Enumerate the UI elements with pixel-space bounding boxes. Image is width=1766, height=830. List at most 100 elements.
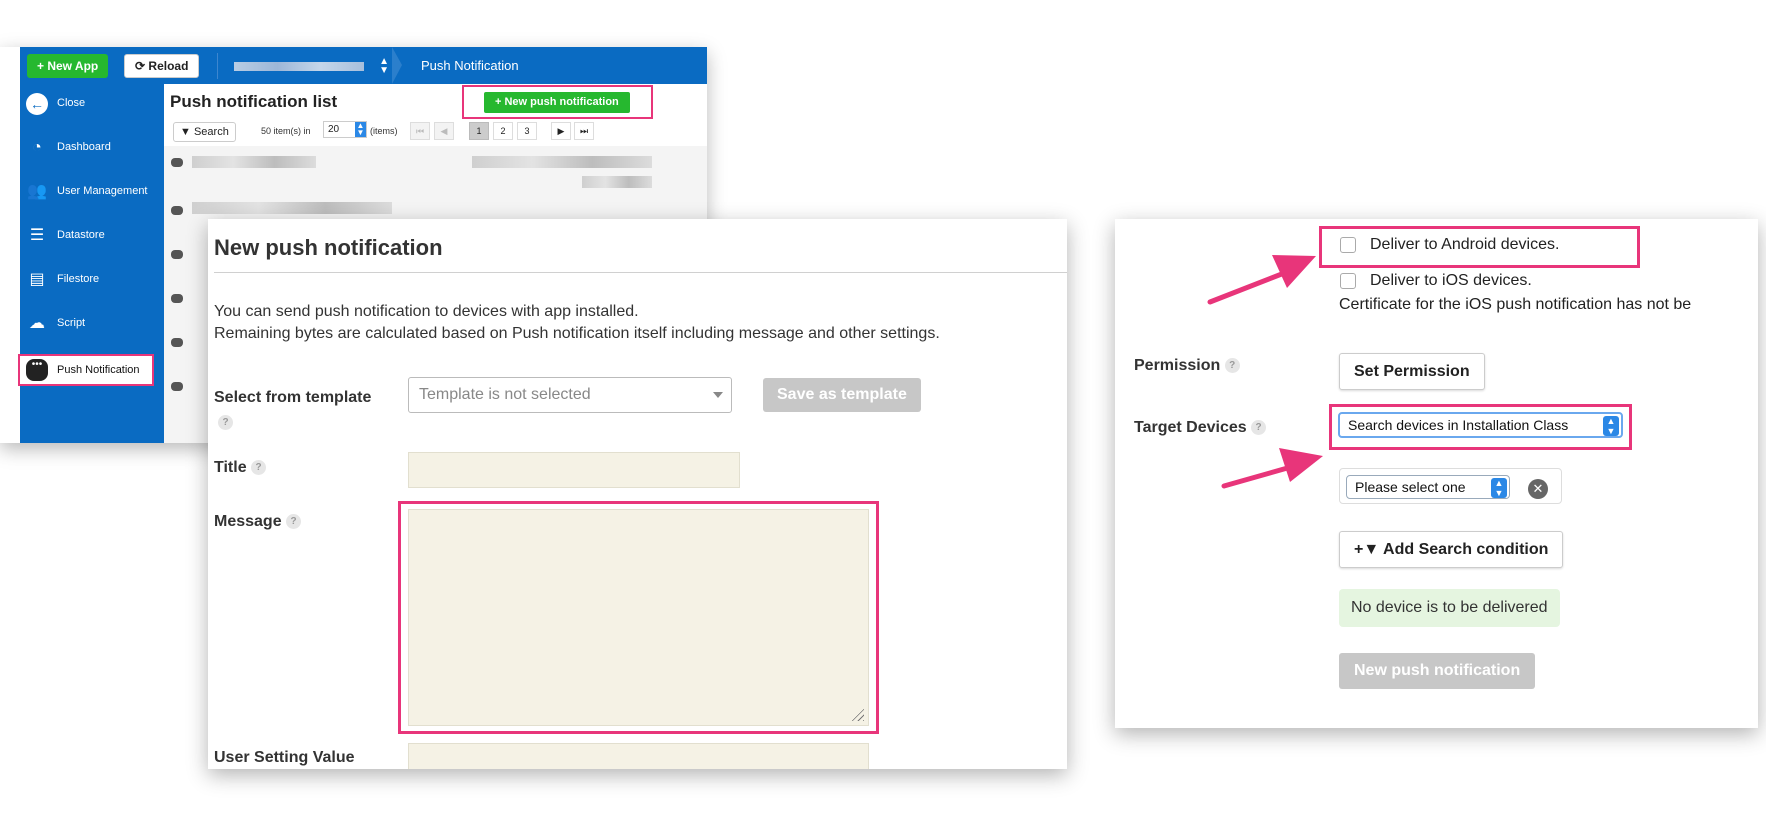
stepper-icon: ▲ ▼ <box>1603 416 1619 436</box>
new-push-notification-submit-button[interactable]: New push notification <box>1339 653 1536 689</box>
list-item-meta <box>582 176 652 188</box>
android-checkbox[interactable] <box>1340 237 1356 253</box>
template-select[interactable]: Template is not selected <box>408 377 732 413</box>
help-icon[interactable]: ? <box>286 514 302 530</box>
sidebar: ← Close ◔ Dashboard 👥 User Management ☰ … <box>18 84 164 443</box>
android-label: Deliver to Android devices. <box>1370 236 1560 253</box>
items-per-page-value: 20 <box>328 124 340 135</box>
stepper-icon: ▲ ▼ <box>355 121 366 137</box>
stepper-icon: ▲ ▼ <box>379 56 389 76</box>
back-arrow-icon: ← <box>26 93 48 115</box>
remove-condition-icon[interactable]: ✕ <box>1528 479 1548 499</box>
user-setting-input[interactable] <box>408 743 869 769</box>
new-app-button[interactable]: + New App <box>27 54 109 78</box>
sidebar-item-script[interactable]: ☁ Script <box>20 304 164 344</box>
filestore-icon: ▤ <box>29 271 45 288</box>
set-permission-button[interactable]: Set Permission <box>1339 353 1485 390</box>
last-page-button[interactable]: ⏭ <box>574 122 594 140</box>
reload-button[interactable]: ⟳ Reload <box>124 54 200 78</box>
list-item[interactable] <box>192 202 392 214</box>
label-text: Message <box>214 513 282 530</box>
page-title: Push notification list <box>170 92 338 111</box>
dashboard-icon: ◔ <box>32 139 42 156</box>
message-textarea[interactable] <box>408 509 869 726</box>
highlight-box: + New push notification <box>462 85 653 119</box>
page-button[interactable]: 2 <box>493 122 513 140</box>
label-text: Permission <box>1134 357 1221 374</box>
sidebar-item-label: Script <box>57 317 86 329</box>
next-page-button[interactable]: ▶ <box>551 122 571 140</box>
help-icon[interactable]: ? <box>1251 420 1267 436</box>
search-button[interactable]: ▼ Search <box>173 122 236 142</box>
items-count: 50 item(s) in <box>261 126 311 136</box>
new-push-notification-button[interactable]: + New push notification <box>484 92 630 113</box>
delivery-panel: Deliver to Android devices. Deliver to i… <box>1115 219 1758 728</box>
highlight-box <box>398 501 879 734</box>
sidebar-item-dashboard[interactable]: ◔ Dashboard <box>20 128 164 168</box>
help-icon[interactable]: ? <box>251 460 267 476</box>
condition-field-select[interactable]: Please select one ▲ ▼ <box>1346 475 1510 499</box>
items-per-page-select[interactable]: 20 ▲ ▼ <box>323 121 367 138</box>
target-devices-label: Target Devices ? <box>1134 419 1267 437</box>
label-text: Select from template <box>214 389 372 406</box>
sidebar-item-close[interactable]: ← Close <box>20 84 164 124</box>
sidebar-item-label: Datastore <box>57 229 105 241</box>
reload-icon: ⟳ <box>135 59 146 73</box>
list-item[interactable] <box>192 156 316 168</box>
top-bar: + New App ⟳ Reload ▲ ▼ Push Notification <box>20 47 707 84</box>
list-item-icon <box>171 206 183 215</box>
help-icon[interactable]: ? <box>218 415 233 430</box>
ios-label: Deliver to iOS devices. <box>1370 272 1532 289</box>
condition-field-value: Please select one <box>1355 479 1466 495</box>
list-item-icon <box>171 294 183 303</box>
chevron-down-icon <box>713 392 723 398</box>
add-filter-icon: +▼ <box>1354 541 1380 558</box>
target-devices-value: Search devices in Installation Class <box>1348 417 1569 433</box>
stepper-icon: ▲ ▼ <box>1491 478 1507 498</box>
help-icon[interactable]: ? <box>1224 358 1240 374</box>
ios-checkbox[interactable] <box>1340 273 1356 289</box>
filter-icon: ▼ <box>180 126 191 138</box>
breadcrumb-separator <box>392 47 402 84</box>
reload-label: Reload <box>148 59 189 73</box>
datastore-icon: ☰ <box>29 227 45 244</box>
sidebar-item-label: Dashboard <box>57 141 111 153</box>
template-select-value: Template is not selected <box>419 386 591 403</box>
form-title: New push notification <box>214 235 443 260</box>
sidebar-item-datastore[interactable]: ☰ Datastore <box>20 216 164 256</box>
sidebar-item-label: User Management <box>57 185 148 197</box>
chat-bubble-icon: ••• <box>26 359 48 381</box>
prev-page-button[interactable]: ◀ <box>434 122 454 140</box>
sidebar-item-push-notification[interactable]: ••• Push Notification <box>18 354 154 386</box>
title-input[interactable] <box>408 452 740 488</box>
users-icon: 👥 <box>27 183 47 200</box>
sidebar-item-label: Close <box>57 97 86 109</box>
script-icon: ☁ <box>29 315 45 332</box>
breadcrumb-current: Push Notification <box>421 58 519 73</box>
items-unit: (items) <box>370 126 398 136</box>
form-description: Remaining bytes are calculated based on … <box>214 325 940 342</box>
new-push-form-panel: New push notification You can send push … <box>208 219 1067 769</box>
page-button[interactable]: 3 <box>517 122 537 140</box>
app-selector[interactable]: ▲ ▼ <box>217 53 397 79</box>
search-label: Search <box>193 126 229 138</box>
sidebar-item-filestore[interactable]: ▤ Filestore <box>20 260 164 300</box>
sidebar-item-label: Push Notification <box>57 364 140 376</box>
page-button[interactable]: 1 <box>469 122 489 140</box>
list-item-icon <box>171 158 183 167</box>
template-label: Select from template <box>214 389 371 407</box>
user-setting-label: User Setting Value <box>214 749 355 766</box>
list-item-meta <box>472 156 652 168</box>
sidebar-item-label: Filestore <box>57 273 100 285</box>
sidebar-item-user-management[interactable]: 👥 User Management <box>20 172 164 212</box>
ios-cert-note: Certificate for the iOS push notificatio… <box>1339 296 1692 313</box>
list-item-icon <box>171 250 183 259</box>
add-search-condition-button[interactable]: +▼ Add Search condition <box>1339 531 1564 568</box>
resize-handle-icon[interactable] <box>850 707 864 721</box>
delivery-status-message: No device is to be delivered <box>1339 589 1560 627</box>
save-as-template-button[interactable]: Save as template <box>763 378 921 412</box>
first-page-button[interactable]: ⏮ <box>410 122 430 140</box>
search-condition-row: Please select one ▲ ▼ ✕ <box>1339 468 1562 504</box>
label-text: Target Devices <box>1134 419 1247 436</box>
target-devices-select[interactable]: Search devices in Installation Class ▲ ▼ <box>1338 412 1623 438</box>
